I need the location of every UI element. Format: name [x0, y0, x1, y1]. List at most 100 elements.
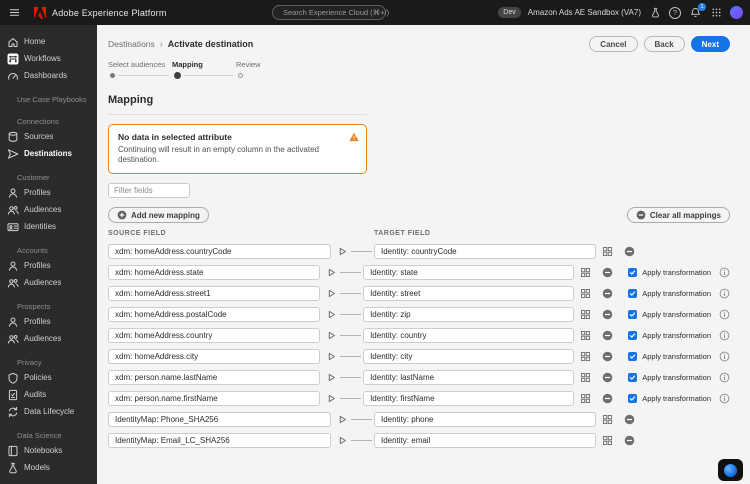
clear-all-mappings-button[interactable]: Clear all mappings	[626, 207, 730, 223]
target-field-input[interactable]	[363, 370, 575, 385]
apps-grid-icon[interactable]	[709, 6, 723, 20]
source-field-input[interactable]	[108, 265, 321, 280]
remove-mapping-icon[interactable]	[601, 392, 614, 405]
remove-mapping-icon[interactable]	[623, 245, 636, 258]
target-field-input[interactable]	[363, 328, 575, 343]
remove-mapping-icon[interactable]	[601, 329, 614, 342]
sidebar-item-profiles[interactable]: Profiles	[0, 257, 97, 274]
apply-transformation-checkbox[interactable]	[628, 394, 638, 403]
source-field-input[interactable]	[108, 412, 331, 427]
sidebar-item-audiences[interactable]: Audiences	[0, 274, 97, 291]
sidebar-item-dashboards[interactable]: Dashboards	[0, 67, 97, 84]
remove-mapping-icon[interactable]	[623, 434, 636, 447]
select-target-field-icon[interactable]	[579, 287, 592, 300]
source-field-input[interactable]	[108, 286, 321, 301]
sandbox-switcher[interactable]: Amazon Ads AE Sandbox (VA7)	[528, 8, 641, 17]
info-icon[interactable]	[719, 372, 730, 383]
next-button[interactable]: Next	[690, 36, 730, 52]
info-icon[interactable]	[719, 267, 730, 278]
select-target-field-icon[interactable]	[579, 308, 592, 321]
remove-mapping-icon[interactable]	[601, 266, 614, 279]
apply-transformation-checkbox[interactable]	[628, 289, 638, 298]
target-field-input[interactable]	[374, 433, 596, 448]
sidebar-item-destinations[interactable]: Destinations	[0, 145, 97, 162]
select-source-field-icon[interactable]	[325, 329, 338, 342]
apply-transformation-checkbox[interactable]	[628, 373, 638, 382]
source-field-input[interactable]	[108, 391, 321, 406]
sidebar-item-notebooks[interactable]: Notebooks	[0, 442, 97, 459]
apply-transformation-checkbox[interactable]	[628, 331, 638, 340]
select-target-field-icon[interactable]	[579, 329, 592, 342]
target-field-input[interactable]	[363, 391, 575, 406]
select-source-field-icon[interactable]	[325, 350, 338, 363]
cancel-button[interactable]: Cancel	[589, 36, 638, 52]
sidebar-item-audiences[interactable]: Audiences	[0, 201, 97, 218]
notifications-icon[interactable]: 1	[688, 2, 706, 20]
sidebar-item-identities[interactable]: Identities	[0, 218, 97, 235]
info-icon[interactable]	[719, 330, 730, 341]
labs-icon[interactable]	[648, 6, 662, 20]
source-field-input[interactable]	[108, 328, 321, 343]
step-mapping[interactable]: Mapping	[172, 60, 236, 80]
search-input[interactable]: Search Experience Cloud (⌘+/)	[272, 5, 389, 20]
select-target-field-icon[interactable]	[601, 434, 614, 447]
select-target-field-icon[interactable]	[579, 371, 592, 384]
select-target-field-icon[interactable]	[601, 245, 614, 258]
target-field-input[interactable]	[363, 286, 575, 301]
select-source-field-icon[interactable]	[325, 287, 338, 300]
add-new-mapping-button[interactable]: Add new mapping	[108, 207, 209, 223]
select-source-field-icon[interactable]	[336, 245, 349, 258]
sidebar-item-models[interactable]: Models	[0, 459, 97, 476]
select-source-field-icon[interactable]	[336, 434, 349, 447]
back-button[interactable]: Back	[643, 36, 685, 52]
apply-transformation-checkbox[interactable]	[628, 352, 638, 361]
remove-mapping-icon[interactable]	[601, 371, 614, 384]
select-target-field-icon[interactable]	[601, 413, 614, 426]
source-field-input[interactable]	[108, 349, 321, 364]
sidebar-item-audits[interactable]: Audits	[0, 386, 97, 403]
apply-transformation-checkbox[interactable]	[628, 268, 638, 277]
info-icon[interactable]	[719, 309, 730, 320]
filter-fields-input[interactable]	[108, 183, 190, 198]
target-field-input[interactable]	[374, 244, 596, 259]
source-field-input[interactable]	[108, 244, 331, 259]
target-field-input[interactable]	[374, 412, 596, 427]
remove-mapping-icon[interactable]	[601, 350, 614, 363]
select-source-field-icon[interactable]	[325, 308, 338, 321]
step-review[interactable]: Review	[236, 60, 300, 80]
source-field-input[interactable]	[108, 433, 331, 448]
sidebar-item-data-lifecycle[interactable]: Data Lifecycle	[0, 403, 97, 420]
target-field-input[interactable]	[363, 307, 575, 322]
sidebar-item-profiles[interactable]: Profiles	[0, 184, 97, 201]
select-source-field-icon[interactable]	[325, 392, 338, 405]
apply-transformation-checkbox[interactable]	[628, 310, 638, 319]
target-field-input[interactable]	[363, 349, 575, 364]
info-icon[interactable]	[719, 288, 730, 299]
menu-icon[interactable]	[7, 6, 21, 20]
help-icon[interactable]: ?	[669, 6, 681, 19]
info-icon[interactable]	[719, 393, 730, 404]
select-source-field-icon[interactable]	[325, 266, 338, 279]
remove-mapping-icon[interactable]	[601, 287, 614, 300]
source-field-input[interactable]	[108, 307, 321, 322]
sidebar-item-policies[interactable]: Policies	[0, 369, 97, 386]
select-target-field-icon[interactable]	[579, 392, 592, 405]
select-source-field-icon[interactable]	[336, 413, 349, 426]
source-field-input[interactable]	[108, 370, 321, 385]
remove-mapping-icon[interactable]	[623, 413, 636, 426]
select-source-field-icon[interactable]	[325, 371, 338, 384]
step-select-audiences[interactable]: Select audiences	[108, 60, 172, 80]
select-target-field-icon[interactable]	[579, 350, 592, 363]
remove-mapping-icon[interactable]	[601, 308, 614, 321]
sidebar-item-profiles[interactable]: Profiles	[0, 313, 97, 330]
sidebar-item-sources[interactable]: Sources	[0, 128, 97, 145]
select-target-field-icon[interactable]	[579, 266, 592, 279]
ai-assistant-button[interactable]	[718, 459, 743, 481]
breadcrumb-destinations[interactable]: Destinations	[108, 39, 155, 49]
sidebar-item-workflows[interactable]: Workflows	[0, 50, 97, 67]
sidebar-item-home[interactable]: Home	[0, 33, 97, 50]
info-icon[interactable]	[719, 351, 730, 362]
user-avatar[interactable]	[730, 6, 743, 19]
target-field-input[interactable]	[363, 265, 575, 280]
sidebar-item-audiences[interactable]: Audiences	[0, 330, 97, 347]
